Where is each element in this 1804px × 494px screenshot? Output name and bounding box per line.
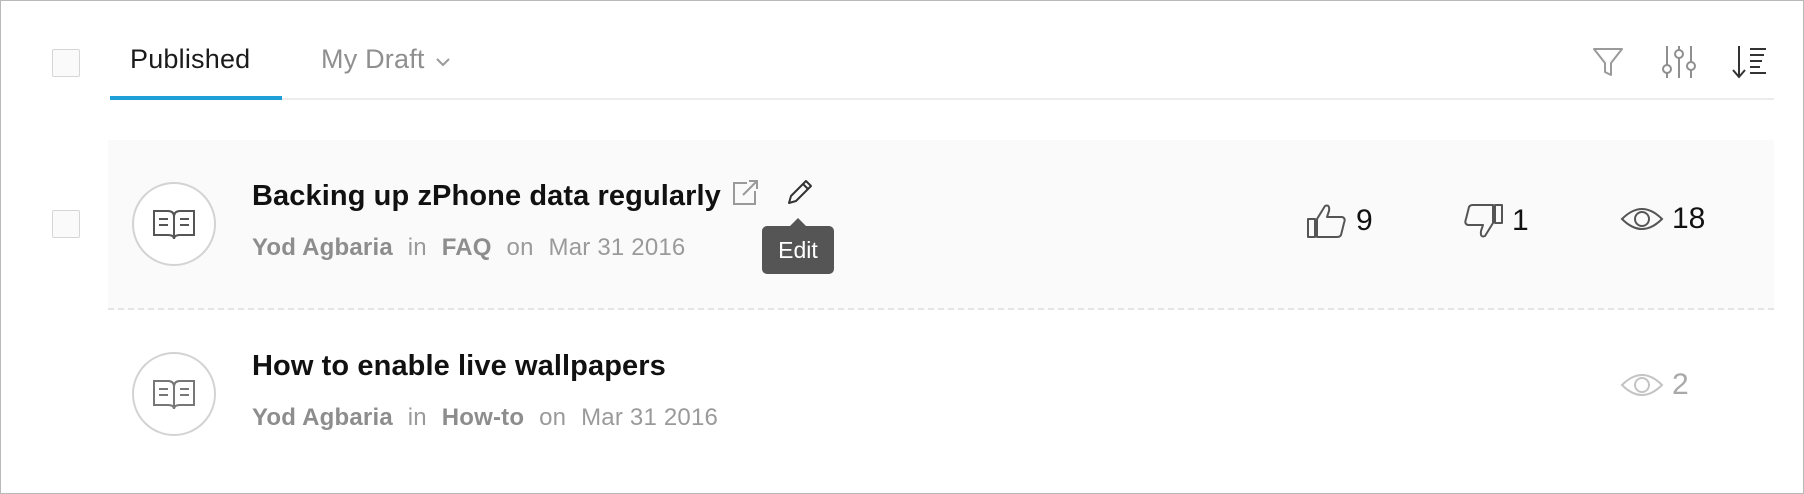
article-meta: Yod Agbaria in FAQ on Mar 31 2016 (252, 234, 686, 262)
article-meta: Yod Agbaria in How-to on Mar 31 2016 (252, 404, 718, 432)
category-link[interactable]: How-to (442, 404, 525, 431)
thumbs-up-icon (1307, 204, 1346, 238)
meta-in-label: in (407, 234, 427, 261)
meta-on-label: on (506, 234, 534, 261)
dislikes-count: 1 (1512, 204, 1529, 237)
tabs-divider (110, 98, 1774, 100)
tab-my-draft[interactable]: My Draft (321, 44, 451, 75)
author-name[interactable]: Yod Agbaria (252, 404, 393, 431)
views-count: 2 (1672, 368, 1689, 401)
select-all-checkbox[interactable] (52, 49, 80, 77)
sort-icon[interactable] (1730, 42, 1770, 82)
active-tab-indicator (110, 96, 282, 100)
article-date: Mar 31 2016 (548, 234, 686, 261)
tab-my-draft-label: My Draft (321, 44, 425, 74)
edit-pencil-icon[interactable] (784, 176, 816, 213)
author-name[interactable]: Yod Agbaria (252, 234, 393, 261)
open-external-icon[interactable] (730, 178, 760, 213)
filter-icon[interactable] (1588, 42, 1628, 82)
meta-in-label: in (407, 404, 427, 431)
article-title[interactable]: Backing up zPhone data regularly (252, 180, 721, 213)
tab-published[interactable]: Published (130, 44, 250, 75)
chevron-down-icon (435, 43, 451, 74)
meta-on-label: on (539, 404, 567, 431)
dislikes-stat: 1 (1462, 202, 1529, 240)
likes-count: 9 (1356, 204, 1373, 237)
table-row[interactable]: Backing up zPhone data regularly Edit Yo… (108, 140, 1774, 310)
row-checkbox[interactable] (52, 210, 80, 238)
eye-icon (1620, 208, 1664, 230)
article-date: Mar 31 2016 (581, 404, 719, 431)
article-title[interactable]: How to enable live wallpapers (252, 350, 666, 383)
eye-icon (1620, 374, 1664, 396)
views-stat: 2 (1620, 368, 1689, 402)
thumbs-down-icon (1464, 204, 1503, 238)
sliders-icon[interactable] (1659, 42, 1699, 82)
views-stat: 18 (1620, 202, 1705, 236)
views-count: 18 (1672, 202, 1706, 235)
book-icon (132, 182, 216, 266)
edit-tooltip: Edit (762, 218, 834, 274)
book-icon (132, 352, 216, 436)
table-row[interactable]: How to enable live wallpapers Yod Agbari… (108, 310, 1774, 480)
likes-stat: 9 (1306, 202, 1373, 240)
category-link[interactable]: FAQ (442, 234, 492, 261)
